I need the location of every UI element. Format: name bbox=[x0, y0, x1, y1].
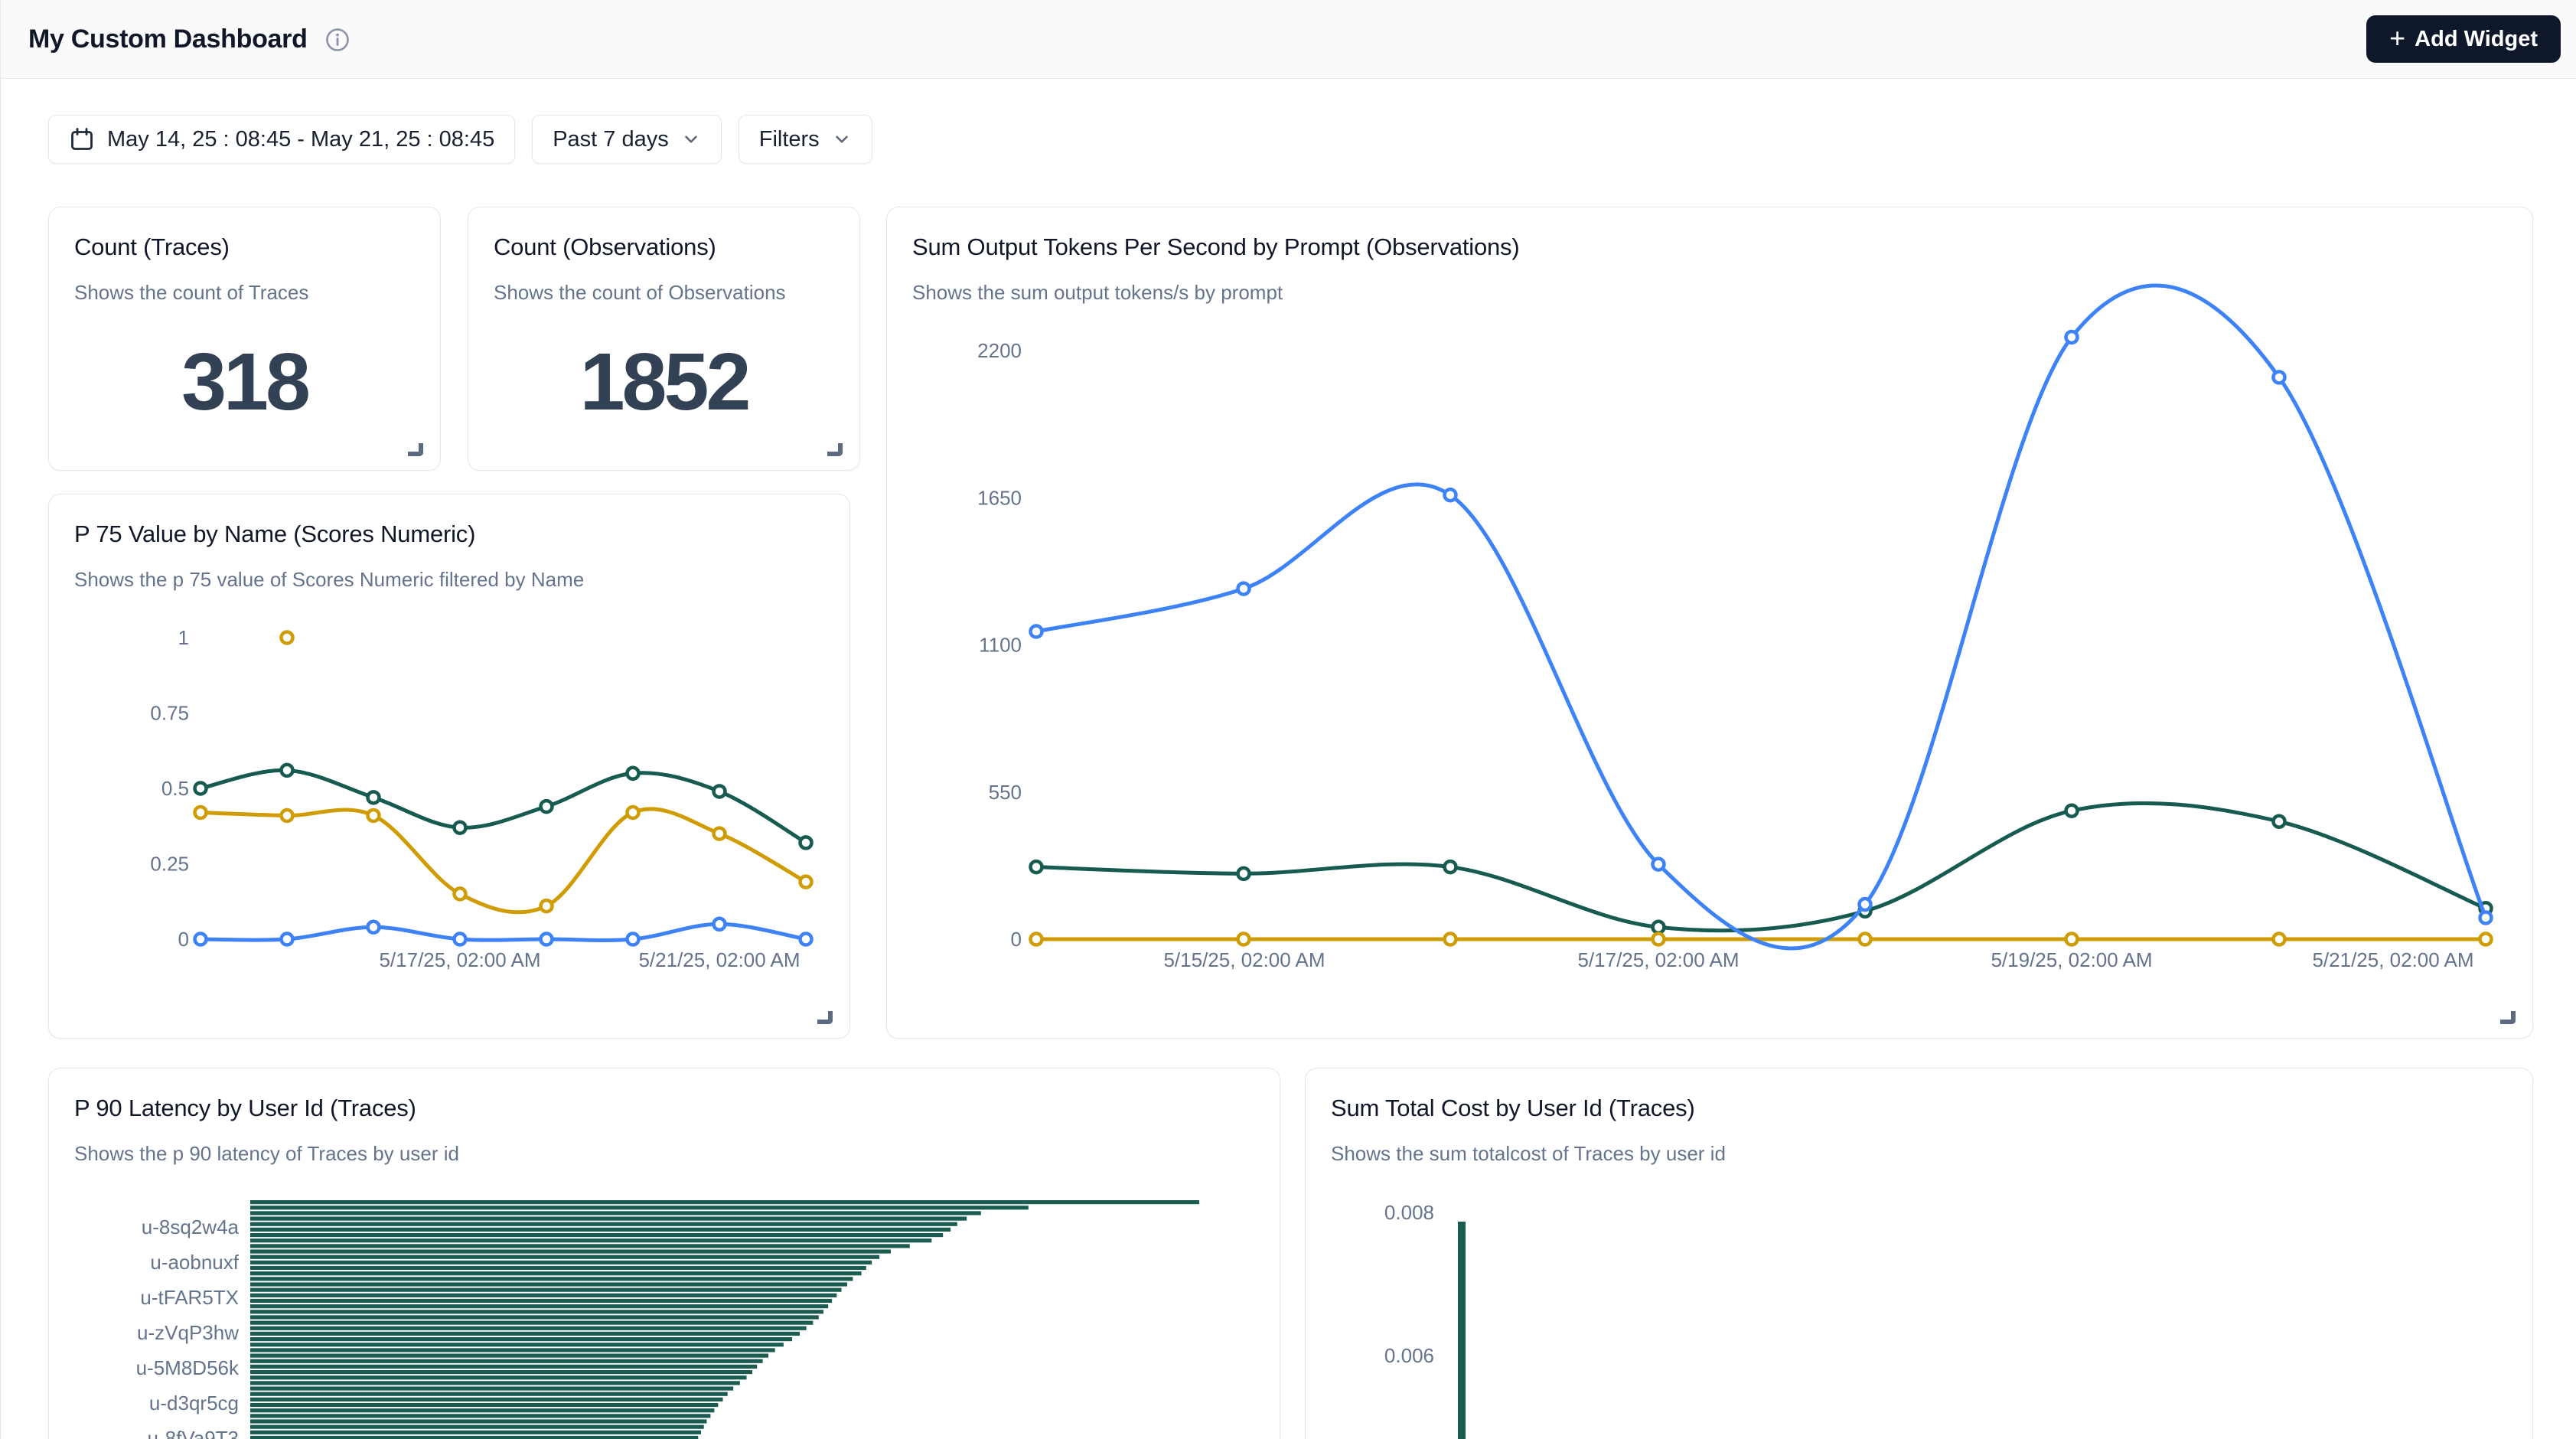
dashboard-page: { "header": { "title": "My Custom Dashbo… bbox=[0, 0, 2576, 1439]
svg-text:u-tFAR5TX: u-tFAR5TX bbox=[140, 1286, 239, 1309]
preset-label: Past 7 days bbox=[553, 127, 669, 152]
resize-handle-icon[interactable] bbox=[817, 1011, 833, 1024]
tokens-line-chart[interactable]: 0 550 1100 1650 2200 5/15/25, 02:00 AM 5/17/25… bbox=[887, 207, 2532, 1038]
svg-text:u-d3qr5cg: u-d3qr5cg bbox=[149, 1392, 239, 1415]
svg-text:u-zVqP3hw: u-zVqP3hw bbox=[137, 1321, 239, 1344]
widget-p75-chart: P 75 Value by Name (Scores Numeric) Show… bbox=[48, 494, 850, 1039]
chevron-down-icon bbox=[681, 129, 701, 149]
widget-cost-chart: Sum Total Cost by User Id (Traces) Shows… bbox=[1305, 1068, 2533, 1439]
p75-line-chart[interactable]: 0 0.25 0.5 0.75 1 5/17/25, 02:00 AM 5/21/25, 0… bbox=[49, 494, 849, 1038]
svg-text:u-5M8D56k: u-5M8D56k bbox=[136, 1356, 240, 1379]
widget-count-traces: Count (Traces) Shows the count of Traces… bbox=[48, 207, 441, 471]
widget-subtitle: Shows the count of Observations bbox=[494, 281, 786, 305]
svg-text:550: 550 bbox=[989, 781, 1022, 804]
filters-dropdown[interactable]: Filters bbox=[739, 115, 872, 164]
svg-text:u-8sq2w4a: u-8sq2w4a bbox=[142, 1215, 240, 1238]
widget-title: Count (Observations) bbox=[494, 233, 716, 261]
count-value: 1852 bbox=[468, 336, 859, 429]
svg-text:0.25: 0.25 bbox=[150, 853, 189, 876]
svg-text:1650: 1650 bbox=[977, 486, 1022, 509]
svg-text:0.5: 0.5 bbox=[161, 777, 189, 800]
chevron-down-icon bbox=[832, 129, 852, 149]
page-title: My Custom Dashboard bbox=[28, 24, 308, 54]
widget-count-observations: Count (Observations) Shows the count of … bbox=[468, 207, 860, 471]
page-header: My Custom Dashboard + Add Widget bbox=[1, 0, 2576, 79]
svg-text:u-8fVa9T3: u-8fVa9T3 bbox=[148, 1427, 239, 1439]
date-range-button[interactable]: May 14, 25 : 08:45 - May 21, 25 : 08:45 bbox=[48, 115, 515, 164]
svg-text:5/19/25, 02:00 AM: 5/19/25, 02:00 AM bbox=[1991, 948, 2152, 971]
svg-text:0.75: 0.75 bbox=[150, 702, 189, 725]
svg-text:5/17/25, 02:00 AM: 5/17/25, 02:00 AM bbox=[1577, 948, 1739, 971]
svg-text:0.008: 0.008 bbox=[1384, 1201, 1434, 1224]
date-range-label: May 14, 25 : 08:45 - May 21, 25 : 08:45 bbox=[107, 127, 494, 152]
svg-text:u-aobnuxf: u-aobnuxf bbox=[150, 1251, 239, 1274]
svg-text:5/15/25, 02:00 AM: 5/15/25, 02:00 AM bbox=[1163, 948, 1325, 971]
info-icon[interactable] bbox=[325, 28, 350, 52]
filter-toolbar: May 14, 25 : 08:45 - May 21, 25 : 08:45 … bbox=[48, 115, 872, 164]
svg-text:5/17/25, 02:00 AM: 5/17/25, 02:00 AM bbox=[379, 948, 540, 971]
svg-text:1100: 1100 bbox=[979, 634, 1022, 657]
widget-subtitle: Shows the count of Traces bbox=[74, 281, 308, 305]
svg-text:5/21/25, 02:00 AM: 5/21/25, 02:00 AM bbox=[2312, 948, 2473, 971]
resize-handle-icon[interactable] bbox=[408, 443, 423, 456]
widget-tokens-chart: Sum Output Tokens Per Second by Prompt (… bbox=[886, 207, 2533, 1039]
count-value: 318 bbox=[49, 336, 440, 429]
widget-title: Count (Traces) bbox=[74, 233, 230, 261]
filters-label: Filters bbox=[759, 127, 820, 152]
resize-handle-icon[interactable] bbox=[827, 443, 843, 456]
add-widget-button[interactable]: + Add Widget bbox=[2366, 15, 2561, 63]
preset-dropdown[interactable]: Past 7 days bbox=[532, 115, 722, 164]
cost-bar-chart[interactable]: 0.008 0.006 bbox=[1306, 1069, 2532, 1439]
resize-handle-icon[interactable] bbox=[2500, 1011, 2516, 1024]
svg-text:0: 0 bbox=[1011, 928, 1022, 951]
svg-text:0: 0 bbox=[178, 928, 189, 951]
svg-text:0.006: 0.006 bbox=[1384, 1344, 1434, 1367]
latency-bar-chart[interactable]: u-8sq2w4a u-aobnuxf u-tFAR5TX u-zVqP3hw u-5M… bbox=[49, 1069, 1280, 1439]
svg-text:2200: 2200 bbox=[977, 339, 1022, 362]
add-widget-label: Add Widget bbox=[2415, 27, 2538, 52]
calendar-icon bbox=[69, 126, 95, 152]
svg-text:1: 1 bbox=[178, 626, 189, 649]
widget-latency-chart: P 90 Latency by User Id (Traces) Shows t… bbox=[48, 1068, 1280, 1439]
plus-icon: + bbox=[2389, 24, 2405, 52]
svg-text:5/21/25, 02:00 AM: 5/21/25, 02:00 AM bbox=[638, 948, 800, 971]
